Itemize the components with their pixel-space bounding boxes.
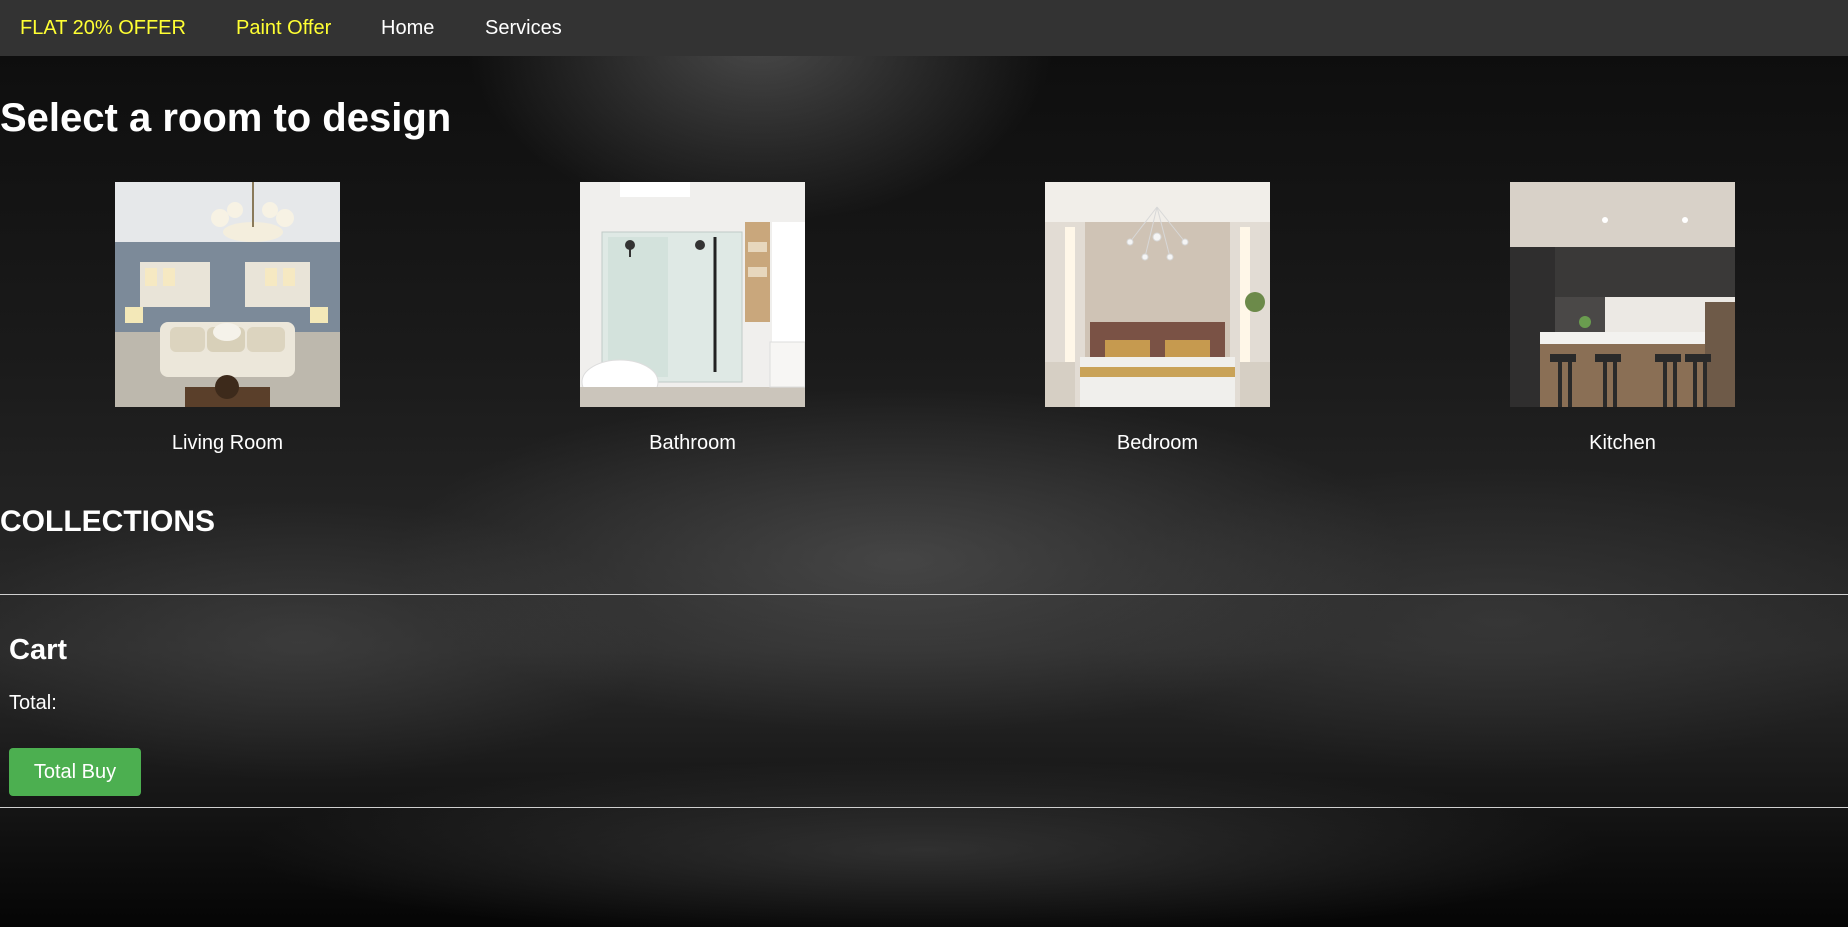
bedroom-image[interactable] (1045, 182, 1270, 407)
room-card-kitchen[interactable]: Kitchen (1510, 182, 1735, 454)
cart-total: Total: (9, 692, 57, 714)
living-room-image[interactable] (115, 182, 340, 407)
room-label: Living Room (171, 432, 284, 454)
cart-title: Cart (9, 634, 68, 666)
page-title: Select a room to design (0, 96, 452, 140)
nav-home-link[interactable]: Home (381, 17, 434, 40)
top-navbar: FLAT 20% OFFER Paint Offer Home Services (0, 0, 1848, 56)
total-buy-button[interactable]: Total Buy (9, 748, 141, 796)
bathroom-image[interactable] (580, 182, 805, 407)
room-label: Bathroom (649, 432, 736, 454)
collections-heading: COLLECTIONS (0, 505, 215, 538)
nav-services-link[interactable]: Services (485, 17, 562, 40)
room-card-living-room[interactable]: Living Room (115, 182, 340, 454)
cart-section: Cart Total: Total Buy (0, 594, 1848, 808)
nav-paint-offer-link[interactable]: Paint Offer (236, 17, 331, 40)
room-label: Kitchen (1589, 432, 1656, 454)
kitchen-image[interactable] (1510, 182, 1735, 407)
room-card-bedroom[interactable]: Bedroom (1045, 182, 1270, 454)
nav-flat-offer-link[interactable]: FLAT 20% OFFER (20, 17, 186, 40)
room-label: Bedroom (1116, 432, 1199, 454)
room-card-bathroom[interactable]: Bathroom (580, 182, 805, 454)
